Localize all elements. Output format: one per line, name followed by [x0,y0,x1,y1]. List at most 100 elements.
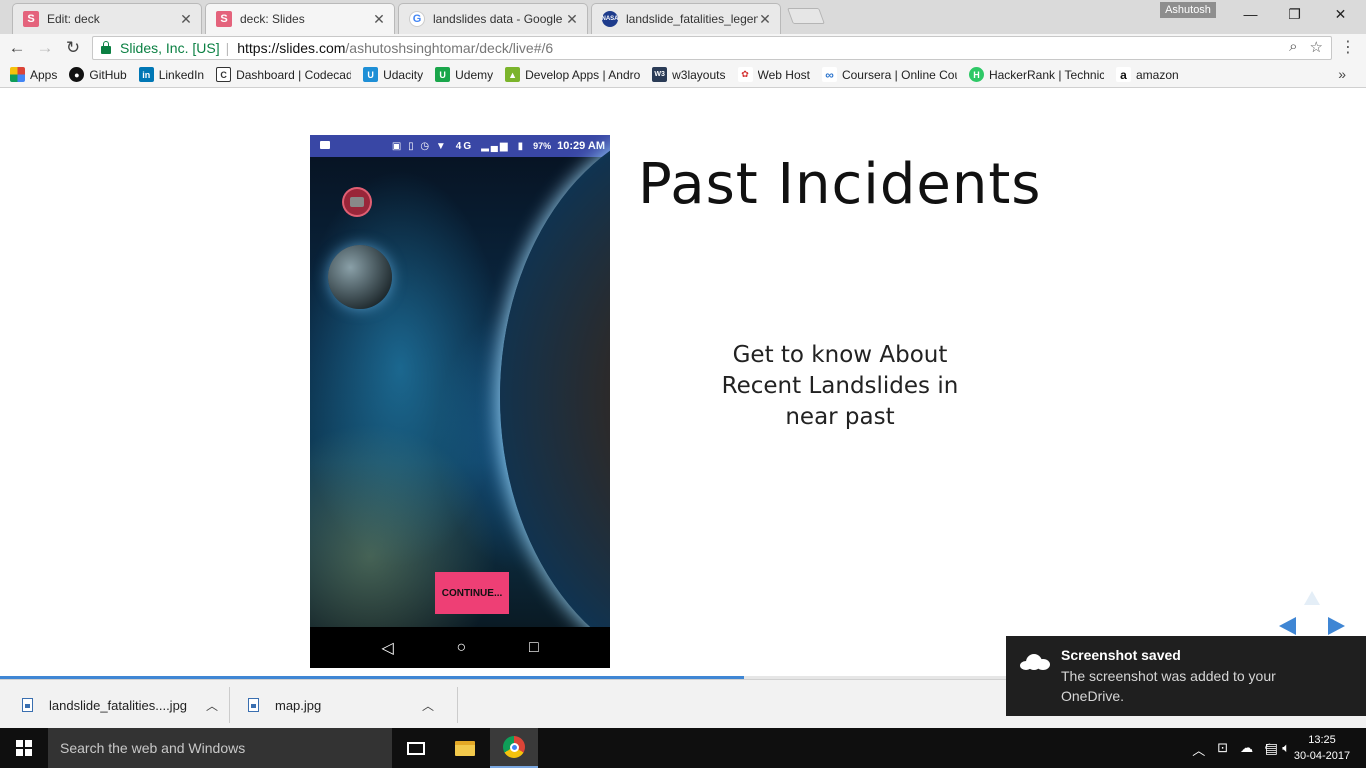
close-window-icon[interactable]: ✕ [1318,3,1363,25]
action-center-icon[interactable]: ▤ [1265,740,1278,757]
close-icon[interactable]: ✕ [372,11,386,28]
download-filename: landslide_fatalities....jpg [49,697,188,713]
chrome-icon [503,736,525,758]
bookmark-linkedin[interactable]: in LinkedIn [138,67,204,82]
folder-icon [455,740,475,756]
clock-time: 13:25 [1308,734,1336,746]
bookmark-udemy[interactable]: U Udemy [435,67,493,82]
nav-back-icon: ◁ [381,639,394,657]
bookmark-udacity[interactable]: U Udacity [363,67,423,82]
bookmark-coursera[interactable]: ∞ Coursera | Online Cou [821,67,957,82]
slide-prev-arrow-icon[interactable] [1279,617,1296,635]
signal-icon: ▂▄▆ [481,140,510,152]
bookmark-android[interactable]: ▲ Develop Apps | Andro [505,67,640,82]
security-label: Slides, Inc. [US] [120,40,220,56]
onedrive-cloud-icon[interactable]: ☁ [1240,740,1253,759]
new-tab-button[interactable] [787,8,825,24]
bookmark-webhost[interactable]: ✿ Web Host [737,67,810,82]
profile-button[interactable]: Ashutosh [1160,2,1216,18]
chevron-up-icon[interactable]: ︿ [205,697,219,714]
slide-title: Past Incidents [638,152,1042,217]
url-domain: https://slides.com [237,40,346,56]
download-item[interactable]: landslide_fatalities....jpg ︿ [22,687,230,723]
taskbar-clock[interactable]: 13:25 30-04-2017 [1292,732,1352,764]
task-view-icon [407,741,425,755]
planet-image [500,135,610,668]
slides-favicon-icon: S [216,11,232,27]
tab-strip: S Edit: deck ✕ S deck: Slides ✕ G landsl… [0,0,1366,34]
address-bar[interactable]: Slides, Inc. [US] | https://slides.com /… [92,36,1332,60]
google-favicon-icon: G [409,11,425,27]
lock-icon [101,41,111,54]
nav-home-icon: ○ [456,638,467,656]
continue-button: CONTINUE... [435,572,509,614]
slides-favicon-icon: S [23,11,39,27]
start-button[interactable] [0,728,48,768]
udacity-icon: U [363,67,379,82]
coursera-icon: ∞ [821,67,837,82]
more-bookmarks-icon[interactable]: » [1338,66,1346,82]
video-camera-icon [320,141,330,149]
menu-icon[interactable]: ⋮ [1340,37,1356,59]
battery-icon: ▮ [517,140,526,152]
browser-toolbar: ← → ↻ Slides, Inc. [US] | https://slides… [0,34,1366,62]
bookmark-amazon[interactable]: a amazon [1115,67,1179,82]
close-icon[interactable]: ✕ [758,11,772,28]
zoom-icon[interactable]: ⌕ [1289,38,1297,56]
phone-screenshot: ▣ ▯ ◷ ▼ 4G ▂▄▆ ▮ 97% 10:29 AM CONTINUE..… [310,135,610,668]
onedrive-notification[interactable]: Screenshot saved The screenshot was adde… [1006,636,1366,716]
tab-deck-slides[interactable]: S deck: Slides ✕ [205,3,395,34]
tab-landslides-data[interactable]: G landslides data - Google ✕ [398,3,588,34]
bookmark-github[interactable]: ● GitHub [69,67,127,82]
minimize-icon[interactable]: — [1228,3,1273,25]
volume-icon[interactable]: 🔈︎ [1282,740,1290,759]
network-adapter-icon[interactable]: ⊡ [1217,740,1228,759]
tab-edit-deck[interactable]: S Edit: deck ✕ [12,3,202,34]
github-icon: ● [69,67,85,82]
tab-landslide-fatalities[interactable]: NASA landslide_fatalities_legen ✕ [591,3,781,34]
nasa-favicon-icon: NASA [602,11,619,27]
bookmark-codecademy[interactable]: C Dashboard | Codecad [216,67,351,82]
battery-level: 97% [533,141,552,151]
tab-title: Edit: deck [47,12,100,26]
bookmark-apps[interactable]: Apps [10,67,57,82]
restore-icon[interactable]: ❐ [1272,3,1317,25]
bookmarks-bar: Apps ● GitHub in LinkedIn C Dashboard | … [0,62,1366,88]
chrome-taskbar-button[interactable] [490,728,538,768]
bookmark-hackerrank[interactable]: H HackerRank | Technica [968,67,1104,82]
taskbar-search-box[interactable]: Search the web and Windows [48,728,392,768]
back-icon[interactable]: ← [6,37,28,59]
download-filename: map.jpg [275,697,322,713]
file-explorer-button[interactable] [441,728,489,768]
close-icon[interactable]: ✕ [179,11,193,28]
notification-body: The screenshot was added to your OneDriv… [1061,668,1276,704]
download-item[interactable]: map.jpg ︿ [248,687,458,723]
space-wallpaper: CONTINUE... [310,135,610,668]
bookmark-w3layouts[interactable]: W3 w3layouts [652,67,726,82]
android-nav-bar: ◁ ○ □ [310,627,610,668]
windows-logo-icon [16,740,32,756]
slide-body-text: Get to know About Recent Landslides in n… [721,342,959,430]
image-file-icon [248,698,259,712]
chevron-up-icon[interactable]: ︿ [1192,740,1205,759]
apps-grid-icon [10,67,25,82]
close-icon[interactable]: ✕ [565,11,579,28]
clock-date: 30-04-2017 [1293,750,1351,762]
tab-title: deck: Slides [240,12,305,26]
bookmark-star-icon[interactable]: ☆ [1310,38,1323,56]
webhost-icon: ✿ [737,67,753,82]
hackerrank-icon: H [968,67,984,82]
task-view-button[interactable] [392,728,440,768]
udemy-icon: U [435,67,451,82]
moon-image [328,245,392,309]
image-file-icon [22,698,33,712]
divider: | [225,40,230,56]
reload-icon[interactable]: ↻ [62,37,84,59]
android-icon: ▲ [505,67,521,82]
forward-icon[interactable]: → [34,37,56,59]
slide-next-arrow-icon[interactable] [1328,617,1345,635]
chevron-up-icon[interactable]: ︿ [421,697,435,714]
network-type: 4G [455,140,474,152]
slide-up-arrow-icon[interactable] [1304,591,1320,605]
codecademy-icon: C [216,67,232,82]
